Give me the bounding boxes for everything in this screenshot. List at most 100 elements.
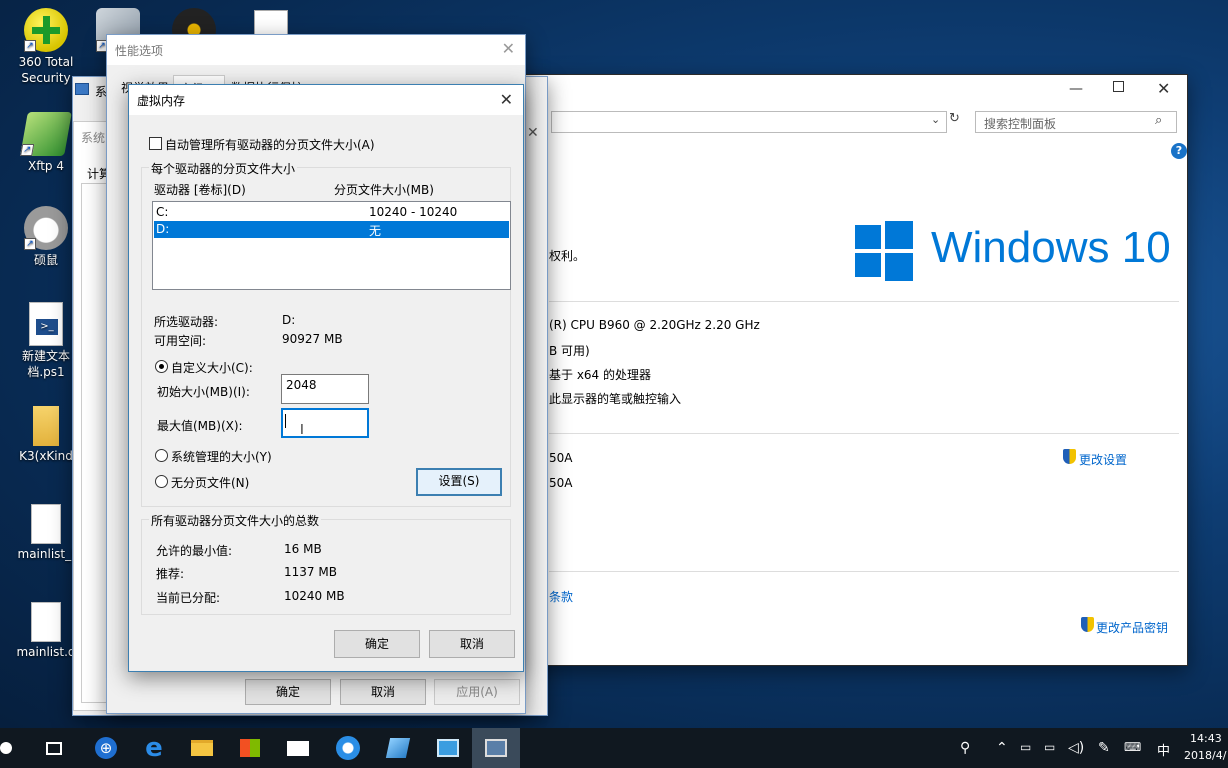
desktop-icon-360[interactable]: ↗ 360 Total Security xyxy=(14,8,78,86)
edge-icon[interactable]: e xyxy=(130,728,178,768)
system-window: — ✕ ⌄ ↻ 搜索控制面板 ⌕ ? Windows 10 权利。 (R) CP… xyxy=(520,74,1188,666)
col-size-header: 分页文件大小(MB) xyxy=(334,183,434,197)
custom-size-radio[interactable] xyxy=(155,360,168,373)
chevron-up-icon[interactable]: ⌃ xyxy=(996,740,1008,756)
drive-list[interactable]: C: 10240 - 10240 D: 无 xyxy=(152,201,511,290)
volume-icon[interactable]: ◁) xyxy=(1068,740,1084,756)
display-icon[interactable]: ▭ xyxy=(1044,740,1055,754)
address-bar[interactable] xyxy=(551,111,947,133)
people-icon[interactable]: ⚲ xyxy=(960,740,970,756)
pinned-app-icon[interactable]: ⊕ xyxy=(82,728,130,768)
auto-manage-checkbox[interactable] xyxy=(149,137,162,150)
refresh-icon[interactable]: ↻ xyxy=(949,111,967,133)
license-terms-link[interactable]: 条款 xyxy=(549,588,573,605)
file-icon xyxy=(31,504,61,544)
recommended-label: 推荐: xyxy=(156,567,185,581)
text-cursor-icon xyxy=(285,414,286,428)
ok-button[interactable]: 确定 xyxy=(334,630,420,658)
drive-cell: D: xyxy=(156,222,170,236)
no-paging-label: 无分页文件(N) xyxy=(171,476,250,490)
divider xyxy=(549,433,1179,434)
system-type-value: 基于 x64 的处理器 xyxy=(549,368,652,382)
free-space-label: 可用空间: xyxy=(154,334,207,348)
table-row-selected[interactable]: D: 无 xyxy=(154,221,509,238)
control-panel-icon[interactable] xyxy=(424,728,472,768)
virtual-memory-dialog: 虚拟内存 ✕ 自动管理所有驱动器的分页文件大小(A) 每个驱动器的分页文件大小 … xyxy=(128,84,524,672)
table-row[interactable]: C: 10240 - 10240 xyxy=(154,204,509,221)
search-icon[interactable]: ⌕ xyxy=(1155,113,1162,128)
file-explorer-icon[interactable] xyxy=(178,728,226,768)
size-cell: 10240 - 10240 xyxy=(369,205,458,219)
pen-icon[interactable]: ✎ xyxy=(1098,740,1110,756)
rights-text: 权利。 xyxy=(549,249,586,263)
dropdown-icon[interactable]: ⌄ xyxy=(931,113,940,126)
computer-name-value: 50A xyxy=(549,451,573,465)
change-settings-link[interactable]: 更改设置 xyxy=(1079,451,1127,468)
desktop-icon-label: 360 Total Security xyxy=(18,55,74,85)
system-managed-radio[interactable] xyxy=(155,449,168,462)
recommended-value: 1137 MB xyxy=(284,565,337,579)
change-product-key-link[interactable]: 更改产品密钥 xyxy=(1096,619,1168,636)
store-icon[interactable] xyxy=(226,728,274,768)
taskbar: ⊕ e ⚲ ⌃ ▭ ▭ ◁) ✎ ⌨ 中 14:43 2018/4/ xyxy=(0,728,1228,768)
clock-date[interactable]: 2018/4/ xyxy=(1184,749,1226,762)
set-button[interactable]: 设置(S) xyxy=(416,468,502,496)
ibeam-cursor-icon: I xyxy=(300,423,304,438)
shortcut-arrow-icon: ↗ xyxy=(24,40,36,52)
initial-size-input[interactable]: 2048 xyxy=(281,374,369,404)
close-button[interactable]: ✕ xyxy=(1157,79,1170,98)
shortcut-arrow-icon: ↗ xyxy=(24,238,36,250)
selected-drive-label: 所选驱动器: xyxy=(154,315,219,329)
current-allocated-label: 当前已分配: xyxy=(156,591,221,605)
desktop-icon-file1[interactable]: mainlist_l xyxy=(12,504,80,562)
inner-title: 系统 xyxy=(81,131,106,145)
cancel-button[interactable]: 取消 xyxy=(429,630,515,658)
task-view-icon[interactable] xyxy=(30,728,78,768)
keyboard-icon[interactable]: ⌨ xyxy=(1124,740,1141,754)
desktop-icon-ps1[interactable]: >_ 新建文本档.ps1 xyxy=(12,302,80,380)
minimize-button[interactable]: — xyxy=(1069,81,1083,97)
close-button[interactable]: ✕ xyxy=(502,39,515,58)
desktop-icon-label: Xftp 4 xyxy=(27,159,64,173)
full-computer-name-value: 50A xyxy=(549,476,573,490)
desktop-icon-label: mainlist_l xyxy=(17,547,75,561)
ram-value: B 可用) xyxy=(549,344,590,358)
no-paging-radio[interactable] xyxy=(155,475,168,488)
max-size-input[interactable] xyxy=(281,408,369,438)
app-icon[interactable] xyxy=(374,728,422,768)
cortana-icon[interactable] xyxy=(0,742,12,754)
search-box[interactable]: 搜索控制面板 xyxy=(975,111,1177,133)
free-space-value: 90927 MB xyxy=(282,332,343,346)
close-button[interactable]: ✕ xyxy=(500,90,513,109)
auto-manage-label: 自动管理所有驱动器的分页文件大小(A) xyxy=(165,138,375,152)
network-icon[interactable]: ▭ xyxy=(1020,740,1031,754)
desktop-icon-folder[interactable]: K3(xKind xyxy=(12,406,80,464)
mail-icon[interactable] xyxy=(274,728,322,768)
divider xyxy=(549,301,1179,302)
help-icon[interactable]: ? xyxy=(1171,143,1187,159)
desktop-icon-label: mainlist.d xyxy=(16,645,76,659)
ime-indicator[interactable]: 中 xyxy=(1157,740,1170,759)
close-button[interactable]: ✕ xyxy=(527,125,539,141)
clock-time[interactable]: 14:43 xyxy=(1190,732,1222,745)
windows-logo-icon xyxy=(855,221,913,281)
tab-body xyxy=(81,183,109,703)
apply-button[interactable]: 应用(A) xyxy=(434,679,520,705)
xftp-icon: ↗ xyxy=(20,112,72,156)
desktop-icon-label: 硕鼠 xyxy=(33,253,58,267)
current-allocated-value: 10240 MB xyxy=(284,589,345,603)
cancel-button[interactable]: 取消 xyxy=(340,679,426,705)
image-file-icon[interactable] xyxy=(254,10,288,36)
maximize-button[interactable] xyxy=(1113,81,1124,92)
titlebar: 虚拟内存 ✕ xyxy=(129,85,523,115)
desktop-icon-file2[interactable]: mainlist.d xyxy=(12,602,80,660)
shield-icon xyxy=(1063,449,1076,464)
desktop-icon-xftp[interactable]: ↗ Xftp 4 xyxy=(14,112,78,174)
col-drive-header: 驱动器 [卷标](D) xyxy=(154,183,246,197)
system-settings-icon[interactable] xyxy=(472,728,520,768)
ok-button[interactable]: 确定 xyxy=(245,679,331,705)
browser-icon[interactable] xyxy=(324,728,372,768)
system-icon xyxy=(75,83,89,95)
desktop-icon-shuoshu[interactable]: ↗ 硕鼠 xyxy=(14,206,78,268)
selected-drive-value: D: xyxy=(282,313,296,327)
